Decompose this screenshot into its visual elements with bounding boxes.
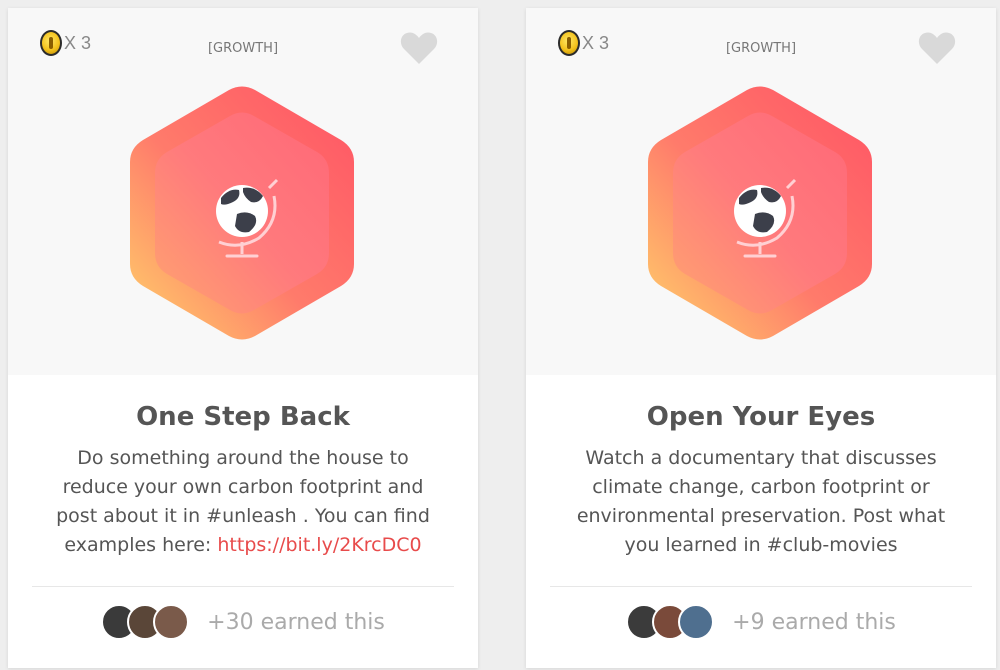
- earned-row[interactable]: +9 earned this: [526, 604, 996, 640]
- example-link[interactable]: https://bit.ly/2KrcDC0: [217, 534, 421, 556]
- card-description: Watch a documentary that discusses clima…: [576, 447, 946, 556]
- avatar-group: [101, 604, 190, 640]
- card-title: One Step Back: [136, 402, 350, 432]
- avatar-group: [626, 604, 715, 640]
- badge-hexagon: [648, 86, 872, 340]
- challenge-card[interactable]: X 3 [GROWTH]: [526, 8, 996, 668]
- card-header-area: X 3 [GROWTH]: [8, 8, 478, 375]
- avatar: [153, 604, 190, 640]
- heart-icon[interactable]: [918, 30, 956, 66]
- card-description: Do something around the house to reduce …: [48, 444, 438, 560]
- earned-row[interactable]: +30 earned this: [8, 604, 478, 640]
- card-header-area: X 3 [GROWTH]: [526, 8, 996, 375]
- divider: [550, 586, 972, 587]
- badge-hexagon: [130, 86, 354, 340]
- earned-count: +30 earned this: [207, 609, 385, 635]
- challenge-card[interactable]: X 3 [GROWTH]: [8, 8, 478, 668]
- heart-icon[interactable]: [400, 30, 438, 66]
- card-title: Open Your Eyes: [646, 402, 876, 432]
- avatar: [678, 604, 715, 640]
- earned-count: +9 earned this: [732, 609, 896, 635]
- divider: [32, 586, 454, 587]
